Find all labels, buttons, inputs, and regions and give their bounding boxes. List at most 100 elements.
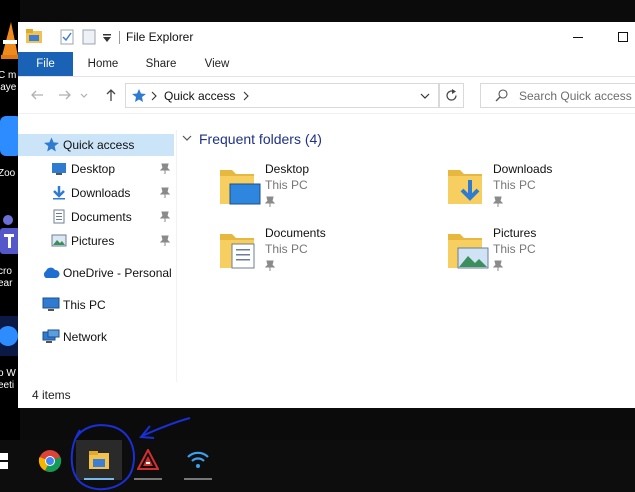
chevron-down-icon <box>182 135 192 141</box>
desktop-label: o W <box>0 368 16 379</box>
forward-button[interactable] <box>56 86 74 104</box>
tab-view[interactable]: View <box>194 52 240 76</box>
desktop-shortcut-teams[interactable]: cro ear <box>0 214 20 289</box>
maximize-button[interactable] <box>602 26 635 48</box>
pin-icon <box>160 211 170 222</box>
tab-share[interactable]: Share <box>138 52 184 76</box>
recent-locations-button[interactable] <box>78 86 90 104</box>
taskbar-file-explorer[interactable] <box>76 440 122 480</box>
sidebar-item-documents[interactable]: Documents <box>18 206 174 228</box>
desktop-label: Zoo <box>0 168 16 179</box>
desktop-shortcut-vlc[interactable]: C m laye <box>0 18 20 93</box>
documents-folder-icon <box>220 234 255 269</box>
vlc-icon <box>1 22 20 59</box>
windows-logo-icon <box>0 453 8 469</box>
folder-tile-pictures[interactable]: Pictures This PC <box>406 226 606 282</box>
sidebar-item-label: Downloads <box>71 186 131 200</box>
folder-name: Downloads <box>493 162 553 176</box>
properties-icon[interactable] <box>60 29 74 48</box>
taskbar-chrome[interactable] <box>28 440 72 480</box>
folder-tile-desktop[interactable]: Desktop This PC <box>178 162 378 218</box>
navigation-pane: Quick access Desktop Downloads Documents… <box>18 130 178 382</box>
this-pc-icon <box>42 297 60 311</box>
title-bar[interactable]: File Explorer <box>18 22 635 52</box>
search-icon <box>495 89 508 102</box>
pin-icon <box>160 235 170 246</box>
desktop-shortcut-zoom-workplace[interactable]: o W eeti <box>0 316 20 391</box>
tab-home[interactable]: Home <box>80 52 126 76</box>
customize-toolbar-icon[interactable] <box>103 32 111 46</box>
folder-location: This PC <box>265 242 308 256</box>
folder-tile-documents[interactable]: Documents This PC <box>178 226 378 282</box>
window-title: File Explorer <box>126 30 194 44</box>
desktop-label: eeti <box>0 380 15 391</box>
pictures-folder-icon <box>448 234 489 269</box>
sidebar-item-desktop[interactable]: Desktop <box>18 158 174 180</box>
sidebar-item-label: This PC <box>63 298 106 312</box>
sidebar-item-label: Quick access <box>63 138 135 152</box>
back-arrow-icon <box>31 90 43 100</box>
forward-arrow-icon <box>59 90 71 100</box>
up-button[interactable] <box>102 86 120 104</box>
running-indicator <box>134 478 162 480</box>
taskbar-app[interactable] <box>126 440 170 480</box>
sidebar-item-label: Documents <box>71 210 132 224</box>
file-explorer-icon <box>26 29 42 46</box>
sidebar-item-this-pc[interactable]: This PC <box>18 294 174 316</box>
minimize-icon <box>573 37 583 38</box>
ribbon-tabs: File Home Share View <box>18 52 635 77</box>
sidebar-item-label: Desktop <box>71 162 116 176</box>
sidebar-item-downloads[interactable]: Downloads <box>18 182 174 204</box>
folder-name: Desktop <box>265 162 310 176</box>
folder-tile-downloads[interactable]: Downloads This PC <box>406 162 606 218</box>
sidebar-item-onedrive[interactable]: OneDrive - Personal <box>18 262 174 284</box>
status-item-count: 4 items <box>32 388 71 402</box>
documents-icon <box>53 209 65 224</box>
pin-icon <box>160 187 170 198</box>
sidebar-item-quick-access[interactable]: Quick access <box>18 134 174 156</box>
pin-icon <box>493 260 503 271</box>
folder-name: Documents <box>265 226 326 240</box>
file-explorer-icon <box>89 451 109 469</box>
sidebar-item-label: Pictures <box>71 234 115 248</box>
content-pane: Frequent folders (4) Desktop This PC Dow… <box>178 130 635 382</box>
refresh-button[interactable] <box>439 83 464 108</box>
pane-divider[interactable] <box>176 130 177 382</box>
maximize-icon <box>618 32 628 42</box>
desktop-label: C m <box>0 70 17 81</box>
group-title: Frequent folders (4) <box>199 131 322 147</box>
folder-location: This PC <box>265 178 308 192</box>
pictures-icon <box>51 234 67 247</box>
address-bar[interactable]: Quick access <box>125 83 439 108</box>
desktop-label: cro <box>0 266 12 277</box>
zoom-workplace-icon <box>0 316 20 356</box>
tab-file[interactable]: File <box>18 52 73 76</box>
sidebar-item-pictures[interactable]: Pictures <box>18 230 174 252</box>
quick-access-star-icon <box>132 89 146 102</box>
address-dropdown-icon[interactable] <box>419 92 431 100</box>
desktop-label: laye <box>0 82 17 93</box>
chevron-down-icon <box>80 93 88 98</box>
sidebar-item-network[interactable]: Network <box>18 326 174 348</box>
taskbar-wifi[interactable] <box>176 440 220 480</box>
wifi-icon <box>187 451 209 468</box>
sidebar-item-label: Network <box>63 330 108 344</box>
network-icon <box>42 329 60 343</box>
red-app-icon <box>137 449 159 470</box>
minimize-button[interactable] <box>558 26 598 48</box>
address-location: Quick access <box>164 89 236 103</box>
file-explorer-window: File Explorer File Home Share View Quick… <box>18 22 635 408</box>
search-box[interactable]: Search Quick access <box>480 83 635 108</box>
desktop-shortcut-zoom[interactable]: Zoo <box>0 116 20 179</box>
pin-icon <box>265 260 275 271</box>
desktop-label: ear <box>0 278 13 289</box>
chevron-right-icon <box>151 91 157 101</box>
folder-name: Pictures <box>493 226 537 240</box>
start-button[interactable] <box>0 440 14 480</box>
new-folder-icon[interactable] <box>82 29 96 48</box>
back-button[interactable] <box>28 86 46 104</box>
active-indicator <box>84 478 114 480</box>
desktop-icon <box>52 163 66 175</box>
downloads-icon <box>53 186 65 200</box>
pin-icon <box>493 196 503 207</box>
